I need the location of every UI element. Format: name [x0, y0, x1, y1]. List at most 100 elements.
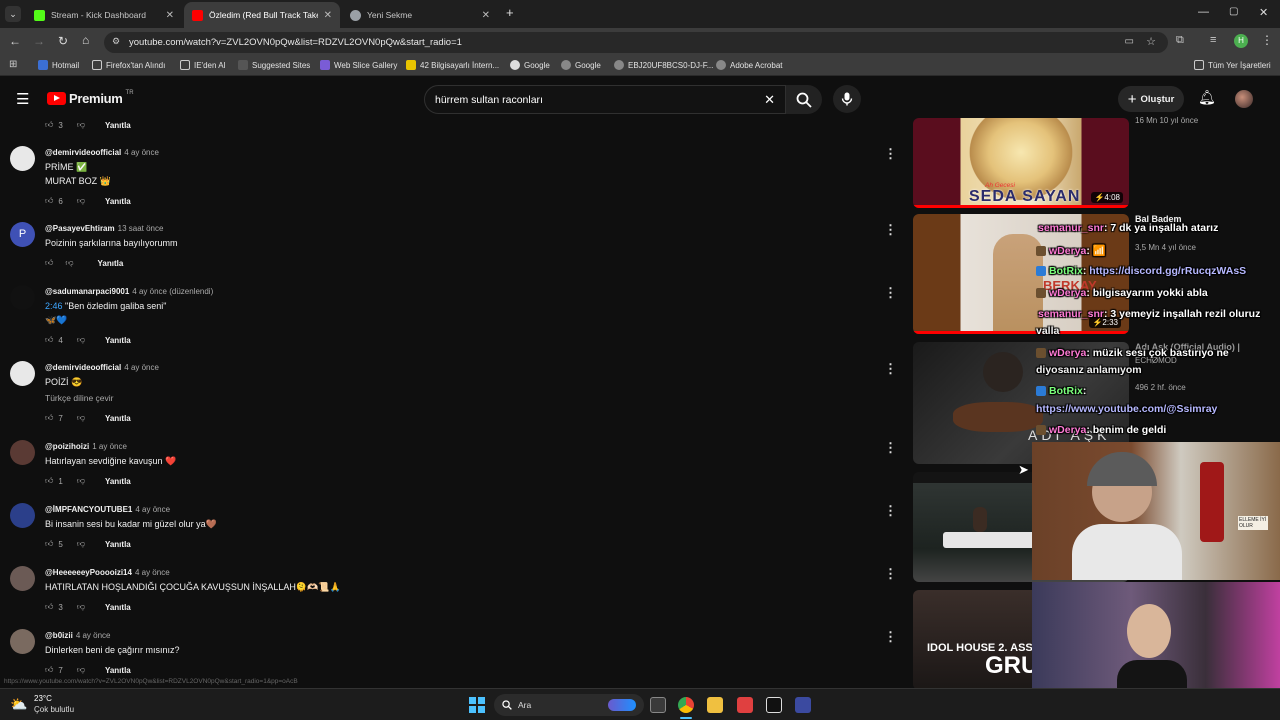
reply-button[interactable]: Yanıtla — [105, 477, 131, 486]
clear-search-icon[interactable]: ✕ — [764, 92, 775, 108]
weather-temp[interactable]: 23°C — [34, 694, 52, 703]
site-info-icon[interactable]: ⚙ — [112, 36, 120, 47]
chat-link[interactable]: https://www.youtube.com/@Ssimray — [1036, 403, 1217, 415]
comment-menu-icon[interactable]: ⋮ — [884, 222, 897, 238]
dislike-icon[interactable]: 👎︎ — [77, 665, 85, 675]
voice-search-button[interactable] — [833, 85, 861, 113]
dislike-icon[interactable]: 👎︎ — [77, 539, 85, 549]
comment-menu-icon[interactable]: ⋮ — [884, 440, 897, 456]
comment-menu-icon[interactable]: ⋮ — [884, 566, 897, 582]
avatar[interactable] — [10, 566, 35, 591]
home-icon[interactable]: ⌂ — [82, 33, 89, 47]
weather-icon[interactable]: ⛅ — [10, 696, 27, 713]
avatar[interactable] — [10, 361, 35, 386]
dislike-icon[interactable]: 👎︎ — [77, 335, 85, 345]
timestamp-link[interactable]: 2:46 — [45, 301, 63, 311]
dislike-icon[interactable]: 👎︎ — [77, 196, 85, 206]
like-icon[interactable]: 👍︎ — [45, 539, 53, 549]
dislike-icon[interactable]: 👎︎ — [77, 413, 85, 423]
avatar[interactable] — [10, 629, 35, 654]
comment-menu-icon[interactable]: ⋮ — [884, 146, 897, 162]
like-icon[interactable]: 👍︎ — [45, 476, 53, 486]
maximize-icon[interactable]: ▢ — [1229, 6, 1238, 17]
address-bar[interactable]: ⚙ youtube.com/watch?v=ZVL2OVN0pQw&list=R… — [104, 32, 1168, 53]
minimize-icon[interactable]: — — [1198, 6, 1209, 18]
new-tab-button[interactable]: + — [506, 5, 514, 20]
like-icon[interactable]: 👍︎ — [45, 602, 53, 612]
bookmark-folder-ie[interactable]: IE'den Al — [180, 60, 225, 70]
search-input[interactable]: hürrem sultan raconları ✕ — [424, 85, 786, 114]
reload-icon[interactable]: ↻ — [58, 34, 68, 48]
bookmark-web-slice[interactable]: Web Slice Gallery — [320, 60, 397, 70]
hamburger-menu-icon[interactable]: ☰ — [16, 90, 29, 108]
reply-button[interactable]: Yanıtla — [105, 414, 131, 423]
reply-button[interactable]: Yanıtla — [105, 197, 131, 206]
ndi-icon[interactable] — [766, 697, 782, 713]
notifications-bell-icon[interactable]: 🔔︎ — [1198, 89, 1216, 106]
comment-author[interactable]: @b0izii 4 ay önce — [45, 631, 111, 640]
bookmark-42-internet[interactable]: 42 Bilgisayarlı İntern... — [406, 60, 499, 70]
back-icon[interactable]: ← — [9, 34, 21, 48]
reply-button[interactable]: Yanıtla — [105, 540, 131, 549]
avatar[interactable] — [10, 440, 35, 465]
bookmark-suggested-sites[interactable]: Suggested Sites — [238, 60, 310, 70]
forward-icon[interactable]: → — [33, 34, 45, 48]
start-button[interactable] — [469, 697, 485, 713]
avatar[interactable]: P — [10, 222, 35, 247]
account-avatar[interactable] — [1235, 90, 1253, 108]
translate-link[interactable]: Türkçe diline çevir — [45, 393, 114, 403]
bookmark-ebj[interactable]: EBJ20UF8BCS0-DJ-F... — [614, 60, 713, 70]
dislike-icon[interactable]: 👎︎ — [77, 120, 85, 130]
reply-button[interactable]: Yanıtla — [105, 336, 131, 345]
bookmark-google-2[interactable]: Google — [561, 60, 601, 70]
reply-button[interactable]: Yanıtla — [105, 121, 131, 130]
bookmark-all[interactable]: Tüm Yer İşaretleri — [1194, 60, 1271, 70]
close-icon[interactable]: ✕ — [166, 10, 174, 21]
avatar[interactable] — [10, 146, 35, 171]
bookmark-hotmail[interactable]: Hotmail — [38, 60, 79, 70]
like-icon[interactable]: 👍︎ — [45, 258, 53, 268]
dislike-icon[interactable]: 👎︎ — [77, 476, 85, 486]
chrome-icon[interactable] — [678, 697, 694, 713]
comment-menu-icon[interactable]: ⋮ — [884, 629, 897, 645]
like-icon[interactable]: 👍︎ — [45, 413, 53, 423]
tab-kick-dashboard[interactable]: Stream - Kick Dashboard ✕ — [26, 2, 182, 28]
search-button[interactable] — [786, 85, 822, 114]
tab-youtube[interactable]: Özledim (Red Bull Track Takeov ✕ — [184, 2, 340, 28]
comment-author[interactable]: @poizihoizi 1 ay önce — [45, 442, 127, 451]
bookmark-google-1[interactable]: Google — [510, 60, 550, 70]
close-icon[interactable]: ✕ — [324, 10, 332, 21]
comment-author[interactable]: @demirvideoofficial 4 ay önce — [45, 363, 159, 372]
file-explorer-icon[interactable] — [707, 697, 723, 713]
bookmark-folder-firefox[interactable]: Firefox'tan Alındı — [92, 60, 165, 70]
reply-button[interactable]: Yanıtla — [105, 666, 131, 675]
comment-menu-icon[interactable]: ⋮ — [884, 285, 897, 301]
avatar[interactable] — [10, 285, 35, 310]
comment-author[interactable]: @demirvideoofficial 4 ay önce — [45, 148, 159, 157]
video-thumbnail[interactable]: Ah Gecesi SEDA SAYAN ⚡4:08 — [913, 118, 1129, 208]
like-icon[interactable]: 👍︎ — [45, 196, 53, 206]
tab-new-tab[interactable]: Yeni Sekme ✕ — [342, 2, 498, 28]
dislike-icon[interactable]: 👎︎ — [77, 602, 85, 612]
create-button[interactable]: + Oluştur — [1118, 86, 1184, 112]
voicemod-icon[interactable] — [737, 697, 753, 713]
taskbar-search[interactable]: Ara — [494, 694, 644, 716]
chat-link[interactable]: https://discord.gg/rRucqzWAsS — [1089, 265, 1246, 277]
bookmark-star-icon[interactable]: ☆ — [1146, 35, 1156, 48]
reading-list-icon[interactable]: ≡ — [1210, 34, 1216, 46]
profile-avatar[interactable]: H — [1234, 34, 1248, 48]
avatar[interactable] — [10, 503, 35, 528]
dislike-icon[interactable]: 👎︎ — [65, 258, 73, 268]
comment-author[interactable]: @İMPFANCYOUTUBE1 4 ay önce — [45, 505, 170, 514]
task-view-icon[interactable] — [650, 697, 666, 713]
like-icon[interactable]: 👍︎ — [45, 335, 53, 345]
bookmark-adobe[interactable]: Adobe Acrobat — [716, 60, 782, 70]
like-icon[interactable]: 👍︎ — [45, 665, 53, 675]
apps-grid-icon[interactable]: ⊞ — [9, 59, 17, 70]
comment-menu-icon[interactable]: ⋮ — [884, 361, 897, 377]
comment-author[interactable]: @sadumanarpaci9001 4 ay önce (düzenlendi) — [45, 287, 213, 296]
comment-author[interactable]: @HeeeeeeyPooooizi14 4 ay önce — [45, 568, 170, 577]
tab-list-chevron-icon[interactable]: ⌄ — [5, 6, 21, 22]
close-window-icon[interactable]: ✕ — [1259, 6, 1268, 19]
menu-kebab-icon[interactable]: ⋮ — [1261, 33, 1273, 47]
